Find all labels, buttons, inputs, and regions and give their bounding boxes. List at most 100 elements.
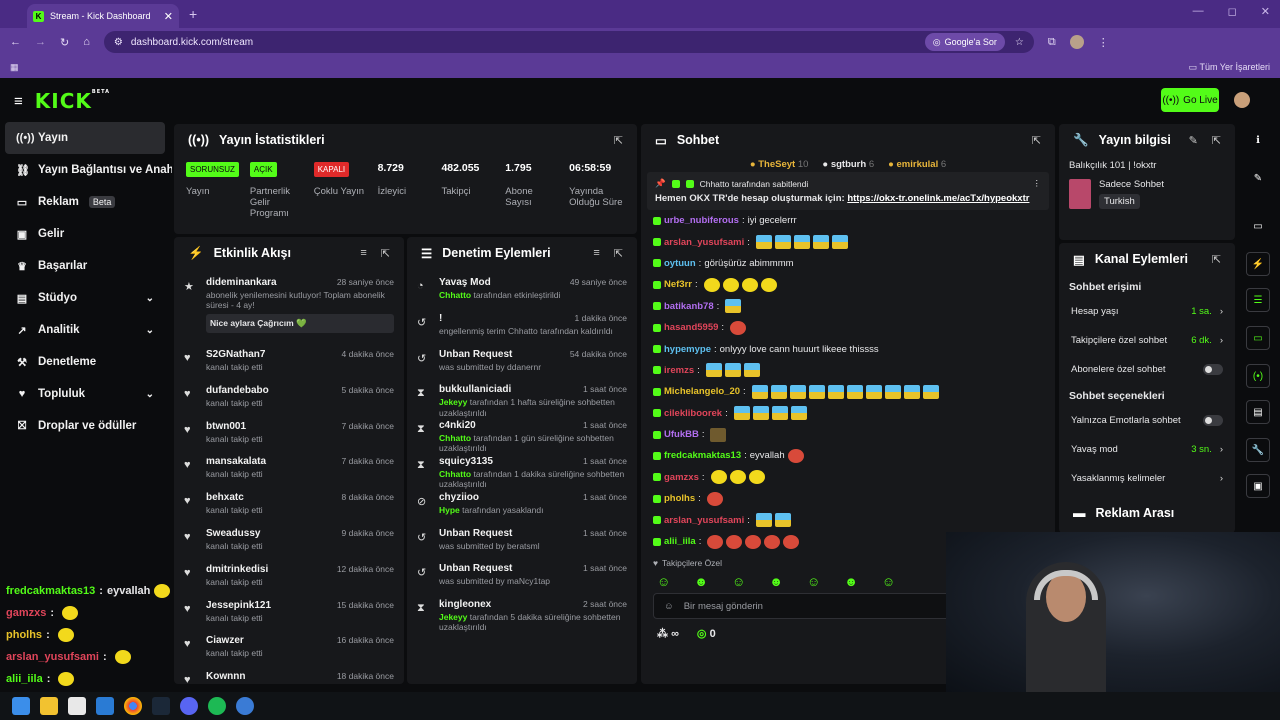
chat-username[interactable]: arslan_yusufsami xyxy=(664,515,744,526)
back-icon[interactable]: ← xyxy=(10,36,21,48)
channel-setting-row[interactable]: Hesap yaşı 1 sa. › xyxy=(1059,297,1235,326)
sidebar-item-gelir[interactable]: ▣ Gelir xyxy=(0,218,172,250)
chat-username[interactable]: hasand5959 xyxy=(664,322,718,333)
popout-icon[interactable]: ⇱ xyxy=(1032,134,1041,147)
minimize-button[interactable]: — xyxy=(1193,5,1204,18)
app-icon[interactable] xyxy=(236,697,254,715)
channel-icon[interactable]: ▤ xyxy=(1246,400,1270,424)
activity-user[interactable]: Kownnn xyxy=(206,671,245,682)
mod-actor[interactable]: Hype xyxy=(439,505,460,515)
close-window-button[interactable]: ✕ xyxy=(1261,5,1270,18)
activity-user[interactable]: Ciawzer xyxy=(206,635,244,646)
mod-target[interactable]: squicy3135 xyxy=(439,456,493,467)
sidebar-item-analitik[interactable]: ↗ Analitik ⌄ xyxy=(0,314,172,346)
browser-tab[interactable]: K Stream - Kick Dashboard ✕ xyxy=(27,4,179,28)
mod-target[interactable]: c4nki20 xyxy=(439,420,476,431)
sidebar-item-basarilar[interactable]: ♛ Başarılar xyxy=(0,250,172,282)
emote-icon[interactable]: ☻ xyxy=(769,574,783,589)
google-ask-button[interactable]: ◎ Google'a Sor xyxy=(924,33,1005,51)
url-input[interactable]: ⚙ dashboard.kick.com/stream ◎ Google'a So… xyxy=(103,31,1034,53)
emote-icon[interactable]: ☻ xyxy=(694,574,708,589)
activity-user[interactable]: mansakalata xyxy=(206,456,266,467)
reload-icon[interactable]: ↻ xyxy=(60,36,69,49)
home-icon[interactable]: ⌂ xyxy=(83,36,90,48)
info-icon[interactable]: ℹ xyxy=(1246,128,1270,152)
chat-username[interactable]: fredcakmaktas13 xyxy=(664,450,741,461)
sidebar-item-reklam[interactable]: ▭ Reklam Beta xyxy=(0,186,172,218)
file-explorer-icon[interactable] xyxy=(40,697,58,715)
activity-user[interactable]: S2GNathan7 xyxy=(206,349,265,360)
sidebar-item-droplar[interactable]: ⛝ Droplar ve ödüller xyxy=(0,410,172,442)
activity-user[interactable]: Jessepink121 xyxy=(206,600,271,611)
emote-icon[interactable]: ☺ xyxy=(882,574,895,589)
sidebar-item-stream-key[interactable]: ⛓ Yayın Bağlantısı ve Anahtarı xyxy=(0,154,172,186)
windows-start-icon[interactable] xyxy=(12,697,30,715)
popout-icon[interactable]: ⇱ xyxy=(1212,253,1221,266)
popout-icon[interactable]: ⇱ xyxy=(614,247,623,260)
chat-username[interactable]: Michelangelo_20 xyxy=(664,386,740,397)
hamburger-menu-icon[interactable]: ≡ xyxy=(14,93,23,110)
apps-grid-icon[interactable]: ▦ xyxy=(10,62,19,73)
top-gifter[interactable]: ● emirkulal 6 xyxy=(888,159,946,170)
top-gifter[interactable]: ● sgtburh 6 xyxy=(822,159,874,170)
mod-actor[interactable]: Chhatto xyxy=(439,290,471,300)
activity-user[interactable]: dufandebabo xyxy=(206,385,269,396)
chrome-icon[interactable] xyxy=(124,697,142,715)
menu-icon[interactable]: ⋮ xyxy=(1098,36,1109,49)
edit-icon[interactable]: ✎ xyxy=(1189,134,1198,147)
chat-icon[interactable]: ▭ xyxy=(1246,326,1270,350)
mod-actor[interactable]: Jekeyy xyxy=(439,397,467,407)
channel-setting-row[interactable]: Yalnızca Emotlarla sohbet xyxy=(1059,406,1235,435)
chat-username[interactable]: iremzs xyxy=(664,365,694,376)
chat-username[interactable]: gamzxs xyxy=(664,472,699,483)
category-name[interactable]: Sadece Sohbet xyxy=(1099,179,1164,190)
chevron-down-icon[interactable]: ⌄ xyxy=(146,389,154,400)
popout-icon[interactable]: ⇱ xyxy=(381,247,390,260)
activity-user[interactable]: dideminankara xyxy=(206,277,277,288)
new-tab-button[interactable]: + xyxy=(189,6,197,22)
wrench-icon[interactable]: 🔧 xyxy=(1246,438,1270,462)
chevron-down-icon[interactable]: ⌄ xyxy=(146,293,154,304)
steam-icon[interactable] xyxy=(152,697,170,715)
toggle-switch[interactable] xyxy=(1203,364,1223,375)
spotify-icon[interactable] xyxy=(208,697,226,715)
go-live-button[interactable]: ((•)) Go Live xyxy=(1161,88,1219,112)
bookmark-star-icon[interactable]: ☆ xyxy=(1015,37,1024,48)
list-icon[interactable]: ☰ xyxy=(1246,288,1270,312)
all-bookmarks-link[interactable]: ▭ Tüm Yer İşaretleri xyxy=(1189,62,1270,73)
chat-username[interactable]: batikanb78 xyxy=(664,301,714,312)
pinned-link[interactable]: https://okx-tr.onelink.me/acTx/hypeokxtr xyxy=(847,193,1029,204)
site-info-icon[interactable]: ⚙ xyxy=(114,37,123,48)
tab-close-icon[interactable]: ✕ xyxy=(164,10,173,23)
emoji-icon[interactable]: ☺ xyxy=(664,601,674,612)
extensions-icon[interactable]: ⧉ xyxy=(1048,36,1056,49)
activity-user[interactable]: dmitrinkedisi xyxy=(206,564,268,575)
emote-icon[interactable]: ☺ xyxy=(807,574,820,589)
popout-icon[interactable]: ⇱ xyxy=(614,134,623,147)
channel-setting-row[interactable]: Takipçilere özel sohbet 6 dk. › xyxy=(1059,326,1235,355)
mod-target[interactable]: Yavaş Mod xyxy=(439,277,491,288)
edit-icon[interactable]: ✎ xyxy=(1246,166,1270,190)
toggle-switch[interactable] xyxy=(1203,415,1223,426)
user-avatar[interactable] xyxy=(1234,92,1250,108)
activity-user[interactable]: btwn001 xyxy=(206,421,246,432)
kick-logo[interactable]: KICKBETA xyxy=(35,89,110,113)
activity-user[interactable]: Sweadussy xyxy=(206,528,260,539)
emote-icon[interactable]: ☺ xyxy=(732,574,745,589)
sidebar-item-yayin[interactable]: ((•)) Yayın xyxy=(5,122,165,154)
chat-username[interactable]: cilekliboorek xyxy=(664,408,722,419)
sidebar-item-studyo[interactable]: ▤ Stüdyo ⌄ xyxy=(0,282,172,314)
layout-icon[interactable]: ▭ xyxy=(1246,214,1270,238)
chat-username[interactable]: urbe_nubiferous xyxy=(664,215,739,226)
mod-target[interactable]: Unban Request xyxy=(439,528,512,539)
chat-username[interactable]: arslan_yusufsami xyxy=(664,237,744,248)
filter-icon[interactable]: ≡ xyxy=(593,247,599,260)
chevron-down-icon[interactable]: ⌄ xyxy=(146,325,154,336)
broadcast-icon[interactable]: (•) xyxy=(1246,364,1270,388)
chat-username[interactable]: alii_iila xyxy=(664,536,696,547)
mod-actor[interactable]: Chhatto xyxy=(439,433,471,443)
chat-username[interactable]: oytuun xyxy=(664,258,696,269)
store-icon[interactable] xyxy=(68,697,86,715)
filter-icon[interactable]: ≡ xyxy=(360,247,366,260)
channel-setting-row[interactable]: Abonelere özel sohbet xyxy=(1059,355,1235,384)
